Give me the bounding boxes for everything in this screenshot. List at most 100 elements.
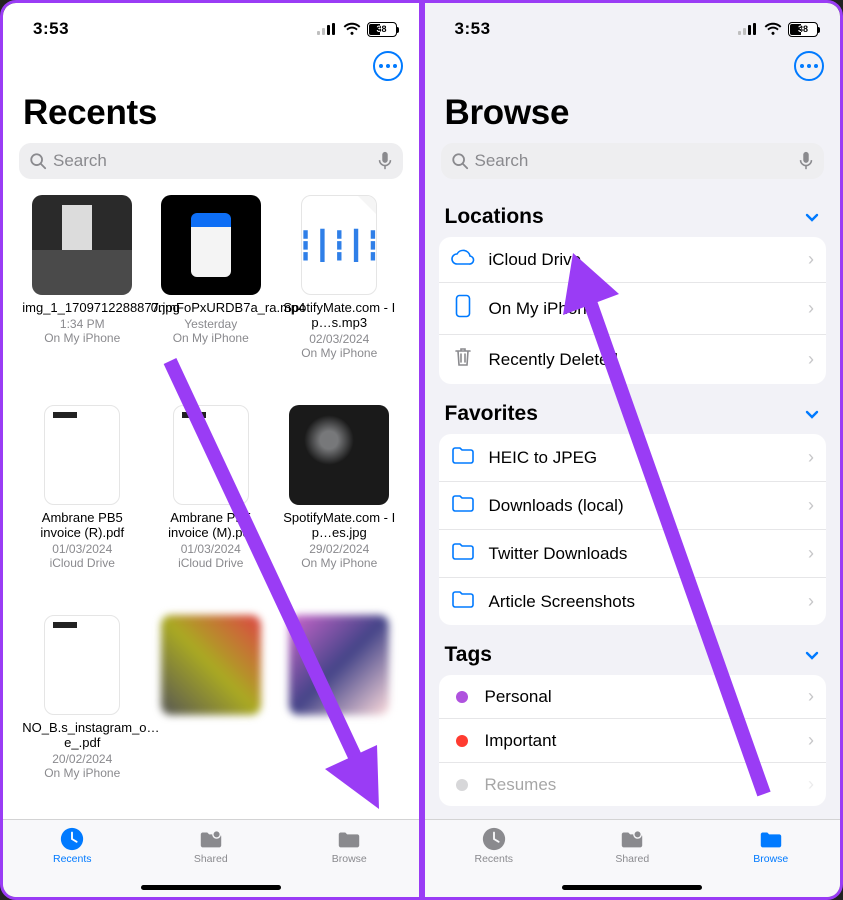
- row-icloud-drive[interactable]: iCloud Drive ›: [439, 237, 827, 283]
- tab-browse[interactable]: Browse: [726, 826, 816, 865]
- row-tag[interactable]: Important ›: [439, 719, 827, 763]
- tab-shared[interactable]: Shared: [166, 826, 256, 865]
- chevron-down-icon: [804, 406, 820, 422]
- file-meta: 1:34 PM: [60, 317, 105, 331]
- row-favorite[interactable]: Twitter Downloads ›: [439, 530, 827, 578]
- file-thumb: [289, 405, 389, 505]
- search-field[interactable]: [441, 143, 825, 179]
- file-thumb: [44, 615, 120, 715]
- tab-shared[interactable]: Shared: [587, 826, 677, 865]
- wifi-icon: [764, 22, 782, 36]
- row-tag[interactable]: Personal ›: [439, 675, 827, 719]
- tag-color-dot: [456, 735, 468, 747]
- file-item[interactable]: img_1_1709712288877.jpg 1:34 PM On My iP…: [21, 195, 144, 399]
- row-on-my-iphone[interactable]: On My iPhone ›: [439, 283, 827, 335]
- search-input[interactable]: [475, 151, 793, 171]
- more-button[interactable]: [373, 51, 403, 81]
- file-location: On My iPhone: [44, 766, 120, 780]
- file-thumb: [289, 615, 389, 715]
- row-label: Article Screenshots: [489, 592, 795, 612]
- file-name: Ambrane PB5 invoice (R).pdf: [22, 511, 142, 541]
- trash-icon: [451, 346, 475, 373]
- folder-person-icon: [197, 826, 225, 852]
- mic-icon[interactable]: [377, 151, 393, 171]
- page-title: Browse: [425, 81, 841, 143]
- file-item[interactable]: SpotifyMate.com - I p…es.jpg 29/02/2024 …: [278, 405, 401, 609]
- file-thumb: [161, 195, 261, 295]
- folder-icon: [757, 826, 785, 852]
- file-item[interactable]: [278, 615, 401, 819]
- chevron-right-icon: ›: [808, 543, 814, 564]
- section-title: Favorites: [445, 402, 538, 426]
- file-item[interactable]: Ambrane PB5 invoice (R).pdf 01/03/2024 i…: [21, 405, 144, 609]
- file-thumb: [44, 405, 120, 505]
- file-thumb: [161, 615, 261, 715]
- file-thumb: ┇┃┇┃┇: [301, 195, 377, 295]
- file-item[interactable]: [150, 615, 273, 819]
- tab-label: Browse: [332, 853, 367, 865]
- file-thumb: [173, 405, 249, 505]
- cellular-icon: [317, 23, 337, 35]
- row-label: Resumes: [485, 775, 795, 795]
- row-label: iCloud Drive: [489, 250, 795, 270]
- file-name: SpotifyMate.com - I p…s.mp3: [279, 301, 399, 331]
- row-label: Twitter Downloads: [489, 544, 795, 564]
- status-icons: 38: [738, 22, 818, 37]
- mic-icon[interactable]: [798, 151, 814, 171]
- locations-list: iCloud Drive › On My iPhone › Recently D…: [439, 237, 827, 384]
- clock-icon: [480, 826, 508, 852]
- chevron-down-icon: [804, 209, 820, 225]
- chevron-right-icon: ›: [808, 298, 814, 319]
- search-field[interactable]: [19, 143, 403, 179]
- row-label: Recently Deleted: [489, 350, 795, 370]
- chevron-right-icon: ›: [808, 495, 814, 516]
- cellular-icon: [738, 23, 758, 35]
- two-phones: 3:53 38 Recents img_1_1709712288877.jpg …: [0, 0, 843, 900]
- status-bar: 3:53 38: [3, 3, 419, 47]
- row-label: Important: [485, 731, 795, 751]
- tab-label: Recents: [53, 853, 92, 865]
- status-time: 3:53: [33, 19, 69, 39]
- row-label: HEIC to JPEG: [489, 448, 795, 468]
- section-title: Locations: [445, 205, 544, 229]
- file-name: 0nmFoPxURDB7a_ra.mp4: [151, 301, 271, 316]
- section-header-locations[interactable]: Locations: [425, 191, 841, 237]
- row-favorite[interactable]: Downloads (local) ›: [439, 482, 827, 530]
- row-tag[interactable]: Resumes ›: [439, 763, 827, 806]
- file-location: On My iPhone: [301, 556, 377, 570]
- phone-recents: 3:53 38 Recents img_1_1709712288877.jpg …: [3, 3, 419, 897]
- chevron-right-icon: ›: [808, 447, 814, 468]
- chevron-right-icon: ›: [808, 349, 814, 370]
- tag-color-dot: [456, 779, 468, 791]
- file-item[interactable]: 0nmFoPxURDB7a_ra.mp4 Yesterday On My iPh…: [150, 195, 273, 399]
- tab-browse[interactable]: Browse: [304, 826, 394, 865]
- tag-color-dot: [456, 691, 468, 703]
- section-header-favorites[interactable]: Favorites: [425, 388, 841, 434]
- battery-icon: 38: [788, 22, 818, 37]
- search-icon: [451, 152, 469, 170]
- chevron-down-icon: [804, 647, 820, 663]
- row-recently-deleted[interactable]: Recently Deleted ›: [439, 335, 827, 384]
- section-header-tags[interactable]: Tags: [425, 629, 841, 675]
- search-input[interactable]: [53, 151, 371, 171]
- home-indicator[interactable]: [562, 885, 702, 890]
- file-meta: 01/03/2024: [181, 542, 241, 556]
- file-meta: 29/02/2024: [309, 542, 369, 556]
- file-meta: 01/03/2024: [52, 542, 112, 556]
- iphone-icon: [451, 294, 475, 323]
- tab-recents[interactable]: Recents: [449, 826, 539, 865]
- tab-label: Shared: [194, 853, 228, 865]
- file-item[interactable]: Ambrane PB5 invoice (M).pdf 01/03/2024 i…: [150, 405, 273, 609]
- tab-recents[interactable]: Recents: [27, 826, 117, 865]
- more-button[interactable]: [794, 51, 824, 81]
- file-item[interactable]: ┇┃┇┃┇ SpotifyMate.com - I p…s.mp3 02/03/…: [278, 195, 401, 399]
- status-bar: 3:53 38: [425, 3, 841, 47]
- file-item[interactable]: NO_B.s_instagram_o…e_.pdf 20/02/2024 On …: [21, 615, 144, 819]
- chevron-right-icon: ›: [808, 774, 814, 795]
- file-location: On My iPhone: [301, 346, 377, 360]
- home-indicator[interactable]: [141, 885, 281, 890]
- row-favorite[interactable]: HEIC to JPEG ›: [439, 434, 827, 482]
- tab-label: Recents: [474, 853, 513, 865]
- row-favorite[interactable]: Article Screenshots ›: [439, 578, 827, 625]
- file-name: img_1_1709712288877.jpg: [22, 301, 142, 316]
